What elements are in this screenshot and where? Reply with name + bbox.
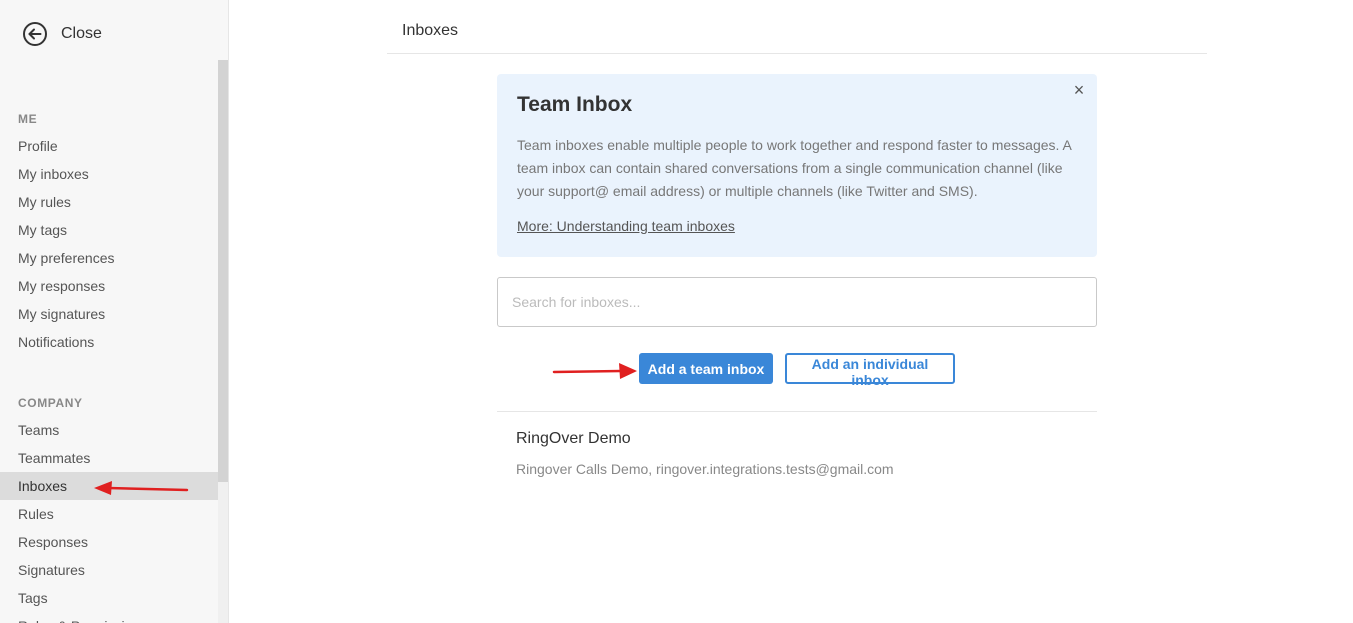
inbox-name: RingOver Demo [516, 430, 631, 447]
nav-list-company: Teams Teammates Inboxes Rules Responses … [0, 416, 218, 623]
add-individual-inbox-button[interactable]: Add an individual inbox [785, 353, 955, 388]
sidebar-item-my-tags[interactable]: My tags [0, 216, 218, 244]
arrow-left-circle-icon [22, 21, 48, 47]
sidebar-item-teams[interactable]: Teams [0, 416, 218, 444]
sidebar-item-profile[interactable]: Profile [0, 132, 218, 160]
page-title: Inboxes [402, 22, 459, 39]
sidebar-item-my-preferences[interactable]: My preferences [0, 244, 218, 272]
inbox-list-item[interactable]: RingOver Demo Ringover Calls Demo, ringo… [497, 412, 1097, 490]
sidebar-item-signatures[interactable]: Signatures [0, 556, 218, 584]
section-title-company: COMPANY [18, 396, 83, 410]
close-label: Close [61, 25, 102, 42]
sidebar-item-teammates[interactable]: Teammates [0, 444, 218, 472]
sidebar-item-responses[interactable]: Responses [0, 528, 218, 556]
main-content: Inboxes Team Inbox Team inboxes enable m… [229, 0, 1353, 623]
close-icon[interactable]: × [1071, 81, 1087, 99]
annotation-arrow-sidebar [94, 481, 189, 495]
sidebar: Close ME Profile My inboxes My rules My … [0, 0, 229, 623]
sidebar-scrollbar-thumb[interactable] [218, 60, 228, 482]
sidebar-scrollbar-track[interactable] [218, 482, 228, 623]
sidebar-item-my-rules[interactable]: My rules [0, 188, 218, 216]
info-card-title: Team Inbox [517, 93, 633, 116]
team-inbox-info-card: Team Inbox Team inboxes enable multiple … [497, 74, 1097, 257]
search-inboxes-input[interactable] [497, 277, 1097, 327]
sidebar-item-rules[interactable]: Rules [0, 500, 218, 528]
section-title-me: ME [18, 112, 38, 126]
annotation-arrow-button [552, 363, 637, 379]
page-header: Inboxes [387, 0, 1207, 54]
nav-list-me: Profile My inboxes My rules My tags My p… [0, 132, 218, 356]
sidebar-item-notifications[interactable]: Notifications [0, 328, 218, 356]
sidebar-item-my-signatures[interactable]: My signatures [0, 300, 218, 328]
sidebar-item-roles-permissions[interactable]: Roles & Permissions [0, 612, 218, 623]
sidebar-item-tags[interactable]: Tags [0, 584, 218, 612]
add-team-inbox-button[interactable]: Add a team inbox [639, 353, 773, 384]
inbox-description: Ringover Calls Demo, ringover.integratio… [516, 461, 894, 477]
close-button[interactable]: Close [22, 21, 102, 47]
sidebar-item-my-inboxes[interactable]: My inboxes [0, 160, 218, 188]
sidebar-item-my-responses[interactable]: My responses [0, 272, 218, 300]
info-card-text: Team inboxes enable multiple people to w… [517, 137, 1072, 199]
understanding-team-inboxes-link[interactable]: More: Understanding team inboxes [517, 218, 735, 234]
